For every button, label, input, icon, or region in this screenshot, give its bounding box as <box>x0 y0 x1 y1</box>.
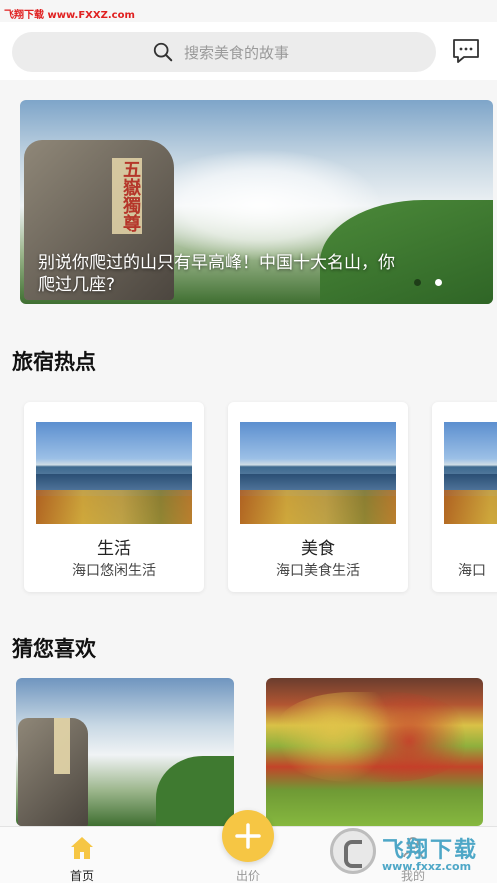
tab-home-label: 首页 <box>69 869 94 883</box>
add-button[interactable] <box>222 810 274 862</box>
lake-image <box>36 422 192 524</box>
hot-cards-row[interactable]: 生活 海口悠闲生活 美食 海口美食生活 海口 <box>0 390 497 610</box>
watermark-text: 飞翔下载 www.FXXZ.com <box>4 10 135 21</box>
rock-image <box>18 718 88 826</box>
hot-card-subtitle: 海口美食生活 <box>276 563 360 579</box>
like-card-mountain[interactable] <box>16 678 234 826</box>
carousel-dots <box>414 279 442 286</box>
message-icon[interactable] <box>452 38 480 64</box>
hot-card-partial[interactable]: 海口 <box>432 402 497 592</box>
carousel-dot-active[interactable] <box>435 279 442 286</box>
rock-inscription: 五嶽獨尊 <box>112 158 142 234</box>
hot-card-subtitle: 海口 <box>458 563 486 579</box>
search-icon <box>153 42 173 62</box>
hot-section-title: 旅宿热点 <box>12 350 96 374</box>
hot-card-name: 生活 <box>97 539 131 559</box>
hot-card-food[interactable]: 美食 海口美食生活 <box>228 402 408 592</box>
autumn-foliage <box>276 692 466 782</box>
logo-url: www.fxxz.com <box>382 860 472 873</box>
site-logo-overlay: 飞翔下载 www.fxxz.com <box>330 826 490 883</box>
hot-card-life[interactable]: 生活 海口悠闲生活 <box>24 402 204 592</box>
search-placeholder: 搜索美食的故事 <box>184 44 290 62</box>
tab-bid-label: 出价 <box>235 869 260 883</box>
banner-carousel[interactable]: 五嶽獨尊 别说你爬过的山只有早高峰！中国十大名山，你爬过几座? <box>20 100 493 304</box>
logo-icon <box>330 828 376 874</box>
tab-home[interactable]: 首页 <box>42 827 122 883</box>
top-bar: 搜索美食的故事 <box>0 22 497 80</box>
like-card-autumn-forest[interactable] <box>266 678 483 826</box>
banner-area: 五嶽獨尊 别说你爬过的山只有早高峰！中国十大名山，你爬过几座? <box>0 80 497 320</box>
banner-caption: 别说你爬过的山只有早高峰！中国十大名山，你爬过几座? <box>38 253 395 295</box>
hot-card-subtitle: 海口悠闲生活 <box>72 563 156 579</box>
search-bar[interactable]: 搜索美食的故事 <box>12 32 436 72</box>
forest-image <box>156 756 234 826</box>
like-section-title: 猜您喜欢 <box>12 637 96 661</box>
lake-image <box>240 422 396 524</box>
home-icon <box>71 837 93 859</box>
carousel-dot[interactable] <box>414 279 421 286</box>
rock-label <box>54 718 70 774</box>
like-list <box>0 668 497 828</box>
hot-card-name: 美食 <box>301 539 335 559</box>
plus-icon <box>235 823 261 849</box>
lake-image <box>444 422 497 524</box>
